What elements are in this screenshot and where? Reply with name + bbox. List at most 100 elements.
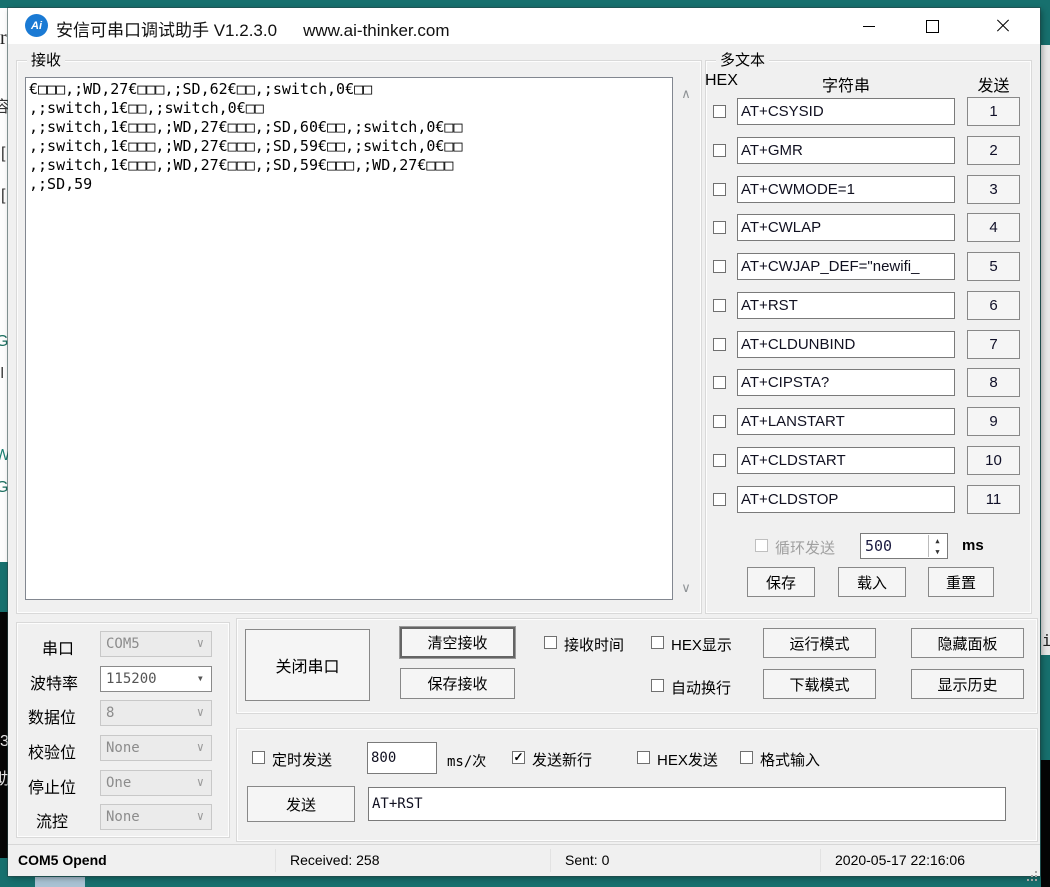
command-input[interactable]: [737, 137, 955, 164]
send-input[interactable]: [368, 787, 1006, 821]
resize-grip-icon[interactable]: [1035, 871, 1037, 873]
command-input[interactable]: [737, 408, 955, 435]
clear-receive-button[interactable]: 清空接收: [400, 627, 515, 658]
hex-checkbox[interactable]: [713, 454, 726, 467]
close-serial-button[interactable]: 关闭串口: [245, 629, 370, 701]
hex-checkbox[interactable]: [713, 493, 726, 506]
status-sent: Sent: 0: [565, 852, 610, 868]
backdrop-glyph: i: [1042, 631, 1050, 650]
save-receive-button[interactable]: 保存接收: [400, 668, 515, 699]
hex-checkbox[interactable]: [713, 183, 726, 196]
hex-send-checkbox[interactable]: [637, 751, 650, 764]
app-window: Ai 安信可串口调试助手 V1.2.3.0 www.ai-thinker.com …: [8, 8, 1040, 876]
titlebar[interactable]: Ai 安信可串口调试助手 V1.2.3.0 www.ai-thinker.com: [8, 8, 1040, 44]
status-port: COM5 Opend: [18, 852, 107, 868]
backdrop-right-window: i: [1041, 45, 1050, 655]
stop-bits-label: 停止位: [28, 780, 77, 797]
statusbar: COM5 Opend Received: 258 Sent: 0 2020-05…: [8, 844, 1040, 876]
maximize-button[interactable]: [910, 8, 955, 44]
timed-interval-input[interactable]: [367, 742, 437, 774]
command-input[interactable]: [737, 369, 955, 396]
serial-port-label: 串口: [42, 641, 75, 658]
backdrop-left-dark-window: 3 助: [0, 612, 8, 858]
show-history-button[interactable]: 显示历史: [911, 669, 1024, 699]
receive-time-checkbox[interactable]: [544, 636, 557, 649]
hex-checkbox[interactable]: [713, 415, 726, 428]
hex-checkbox[interactable]: [713, 299, 726, 312]
hex-checkbox[interactable]: [713, 338, 726, 351]
send-slot-button[interactable]: 5: [967, 252, 1020, 281]
flow-control-select[interactable]: None: [100, 804, 212, 830]
hex-checkbox[interactable]: [713, 376, 726, 389]
hex-checkbox[interactable]: [713, 144, 726, 157]
send-slot-button[interactable]: 6: [967, 291, 1020, 320]
send-slot-button[interactable]: 1: [967, 97, 1020, 126]
parity-select[interactable]: None: [100, 735, 212, 761]
command-input[interactable]: [737, 486, 955, 513]
send-slot-button[interactable]: 10: [967, 446, 1020, 475]
backdrop-glyph: 助: [0, 772, 8, 788]
load-button[interactable]: 载入: [838, 567, 906, 597]
command-input[interactable]: [737, 447, 955, 474]
receive-textarea[interactable]: €□□□,;WD,27€□□□,;SD,62€□□,;switch,0€□□ ,…: [25, 77, 673, 600]
backdrop-glyph: 容: [0, 100, 8, 116]
send-slot-button[interactable]: 11: [967, 485, 1020, 514]
string-column-header: 字符串: [821, 78, 870, 95]
send-slot-button[interactable]: 3: [967, 175, 1020, 204]
app-name: 安信可串口调试助手 V1.2.3.0: [56, 21, 278, 40]
format-input-label: 格式输入: [760, 752, 821, 769]
receive-panel-title: 接收: [27, 52, 66, 69]
run-mode-button[interactable]: 运行模式: [763, 628, 876, 658]
auto-newline-checkbox[interactable]: [651, 679, 664, 692]
command-input[interactable]: [737, 98, 955, 125]
status-separator: [820, 849, 821, 872]
backdrop-taskbar-item: [35, 877, 85, 887]
close-button[interactable]: [980, 8, 1025, 44]
spinner-arrows[interactable]: ▲ ▼: [928, 535, 946, 557]
hide-panel-button[interactable]: 隐藏面板: [911, 628, 1024, 658]
backdrop-glyph: W: [0, 447, 8, 464]
backdrop-left-window: r 容 [ [ G I W G: [0, 8, 8, 562]
minimize-button[interactable]: [846, 8, 891, 44]
stop-bits-value: One: [106, 775, 132, 791]
stop-bits-select[interactable]: One: [100, 770, 212, 796]
data-bits-select[interactable]: 8: [100, 700, 212, 726]
send-slot-button[interactable]: 7: [967, 330, 1020, 359]
command-input[interactable]: [737, 253, 955, 280]
timed-send-checkbox[interactable]: [252, 751, 265, 764]
multitext-panel-title: 多文本: [716, 52, 770, 69]
send-slot-button[interactable]: 9: [967, 407, 1020, 436]
spinner-up-icon[interactable]: ▲: [929, 535, 946, 546]
hex-checkbox[interactable]: [713, 260, 726, 273]
command-input[interactable]: [737, 214, 955, 241]
send-slot-button[interactable]: 8: [967, 368, 1020, 397]
command-input[interactable]: [737, 292, 955, 319]
loop-interval-spinner[interactable]: 500 ▲ ▼: [860, 533, 948, 559]
auto-newline-label: 自动换行: [671, 680, 732, 697]
minimize-icon: [862, 25, 875, 27]
spinner-down-icon[interactable]: ▼: [929, 546, 946, 557]
receive-time-label: 接收时间: [564, 637, 625, 654]
scroll-up-icon[interactable]: ∧: [676, 86, 696, 102]
send-slot-button[interactable]: 4: [967, 213, 1020, 242]
hex-checkbox[interactable]: [713, 221, 726, 234]
baud-rate-select[interactable]: 115200: [100, 666, 212, 692]
hex-display-checkbox[interactable]: [651, 636, 664, 649]
app-logo-icon: Ai: [25, 14, 48, 37]
hex-checkbox[interactable]: [713, 105, 726, 118]
format-input-checkbox[interactable]: [740, 751, 753, 764]
status-received: Received: 258: [290, 852, 380, 868]
loop-send-checkbox[interactable]: [755, 539, 768, 552]
command-input[interactable]: [737, 176, 955, 203]
send-button[interactable]: 发送: [247, 786, 355, 822]
reset-button[interactable]: 重置: [928, 567, 994, 597]
serial-port-select[interactable]: COM5: [100, 631, 212, 657]
send-newline-checkbox[interactable]: [512, 751, 525, 764]
backdrop-glyph: [: [1, 187, 6, 204]
download-mode-button[interactable]: 下载模式: [763, 669, 876, 699]
send-column-header: 发送: [977, 78, 1010, 95]
scroll-down-icon[interactable]: ∨: [676, 580, 696, 596]
send-slot-button[interactable]: 2: [967, 136, 1020, 165]
save-button[interactable]: 保存: [747, 567, 815, 597]
command-input[interactable]: [737, 331, 955, 358]
